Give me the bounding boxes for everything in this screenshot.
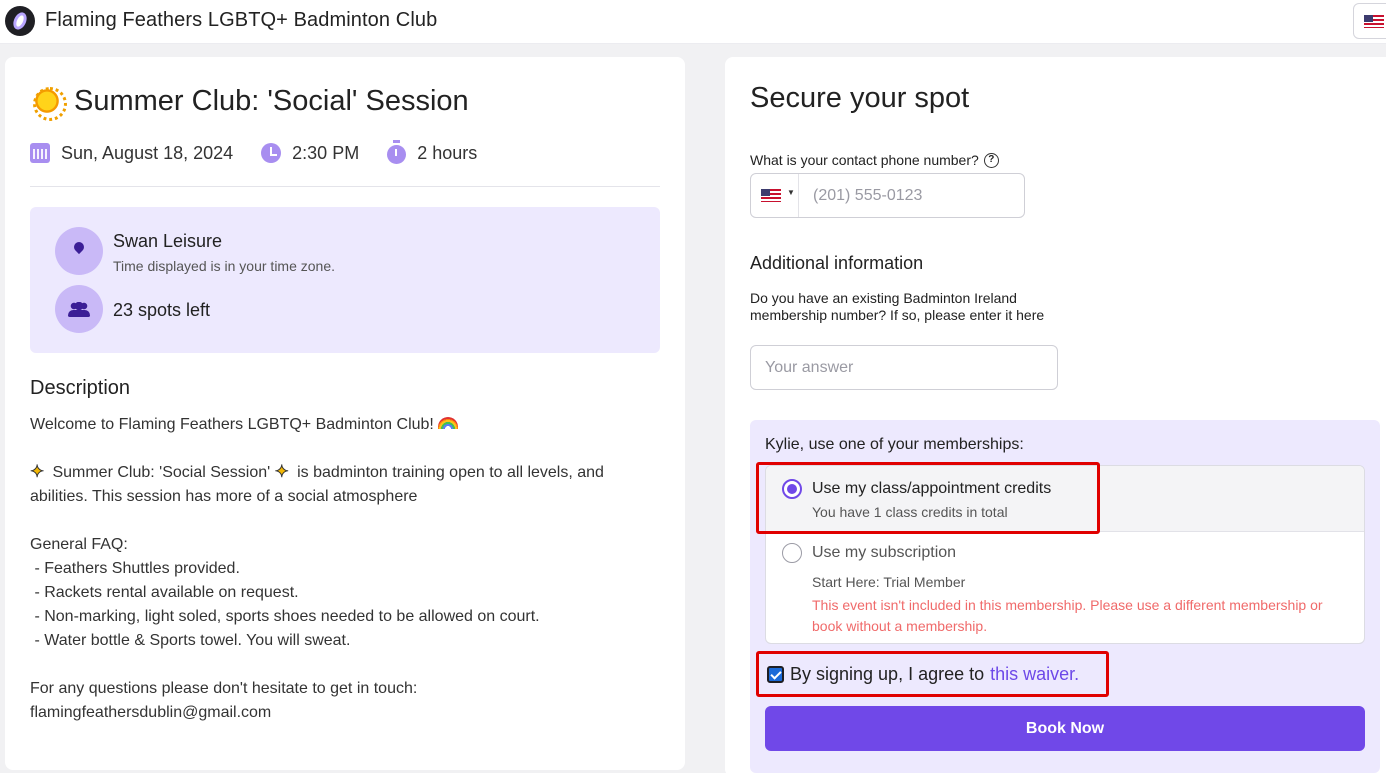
contact-email: flamingfeathersdublin@gmail.com: [30, 704, 272, 721]
membership-number-input[interactable]: [750, 345, 1058, 390]
club-logo[interactable]: [5, 6, 35, 36]
description-line: Welcome to Flaming Feathers LGBTQ+ Badmi…: [30, 413, 670, 437]
contact-line: For any questions please don't hesitate …: [30, 680, 418, 697]
description-line: [30, 653, 670, 677]
faq-item: - Water bottle & Sports towel. You will …: [30, 632, 351, 649]
us-flag-icon: [761, 189, 781, 202]
waiver-row: By signing up, I agree to this waiver.: [767, 664, 1079, 685]
description-line: Summer Club: 'Social Session' is badmint…: [30, 460, 670, 485]
waiver-text: By signing up, I agree to: [790, 664, 985, 684]
country-code-select[interactable]: ▼: [761, 188, 796, 203]
booking-title: Secure your spot: [750, 82, 970, 114]
membership-prompt: Kylie, use one of your memberships:: [765, 436, 1024, 453]
option-label: Use my subscription: [812, 544, 957, 561]
divider: [30, 186, 660, 187]
faq-item: - Feathers Shuttles provided.: [30, 560, 240, 577]
option-subtext: You have 1 class credits in total: [812, 504, 1008, 520]
rainbow-icon: [437, 417, 458, 429]
description-line: [30, 509, 670, 533]
phone-input[interactable]: [803, 174, 1021, 217]
option-class-credits[interactable]: Use my class/appointment credits You hav…: [766, 466, 1364, 532]
faq-item: - Non-marking, light soled, sports shoes…: [30, 608, 540, 625]
people-icon: [55, 285, 103, 333]
phone-label: What is your contact phone number? ?: [750, 152, 999, 168]
option-subtext: Start Here: Trial Member: [812, 574, 966, 590]
event-date-text: Sun, August 18, 2024: [61, 142, 234, 163]
top-bar: Flaming Feathers LGBTQ+ Badminton Club: [0, 0, 1386, 44]
clock-icon: [261, 143, 282, 163]
spots-left: 23 spots left: [113, 300, 211, 320]
event-date: Sun, August 18, 2024: [30, 143, 233, 164]
waiver-checkbox[interactable]: [767, 666, 784, 683]
stopwatch-icon: [387, 140, 407, 164]
help-icon[interactable]: ?: [983, 152, 999, 168]
calendar-icon: [30, 143, 50, 163]
sparkles-icon: [275, 460, 293, 484]
timezone-note: Time displayed is in your time zone.: [113, 258, 336, 274]
description-text: Welcome to Flaming Feathers LGBTQ+ Badmi…: [30, 413, 670, 725]
radio-class-credits[interactable]: [782, 479, 802, 499]
membership-number-question: Do you have an existing Badminton Irelan…: [750, 290, 1045, 323]
book-now-button[interactable]: Book Now: [765, 706, 1365, 751]
sun-icon: [30, 84, 67, 121]
club-name[interactable]: Flaming Feathers LGBTQ+ Badminton Club: [45, 9, 437, 32]
option-subscription[interactable]: Use my subscription Start Here: Trial Me…: [766, 533, 1364, 643]
event-title: Summer Club: 'Social' Session: [30, 84, 469, 121]
event-time: 2:30 PM: [261, 143, 359, 164]
additional-info-heading: Additional information: [750, 253, 924, 273]
event-duration-text: 2 hours: [417, 142, 478, 163]
option-error: This event isn't included in this member…: [812, 597, 1323, 634]
waiver-link[interactable]: this waiver.: [990, 664, 1079, 685]
event-title-text: Summer Club: 'Social' Session: [74, 84, 469, 117]
location-pin-icon: [55, 227, 103, 275]
description-line: abilities. This session has more of a so…: [30, 488, 418, 505]
phone-field: ▼: [750, 173, 1025, 218]
radio-subscription[interactable]: [782, 543, 802, 563]
description-heading: Description: [30, 377, 131, 399]
sparkles-icon: [30, 460, 48, 484]
venue-name[interactable]: Swan Leisure: [113, 231, 222, 252]
us-flag-icon: [1364, 15, 1384, 28]
option-label: Use my class/appointment credits: [812, 480, 1052, 497]
venue-info-box: Swan Leisure Time displayed is in your t…: [30, 207, 660, 353]
description-line: [30, 437, 670, 461]
faq-heading: General FAQ:: [30, 536, 128, 553]
event-duration: 2 hours: [387, 140, 478, 164]
caret-down-icon: ▼: [787, 188, 795, 197]
event-meta: Sun, August 18, 2024 2:30 PM 2 hours: [30, 140, 505, 165]
language-selector-button[interactable]: [1353, 3, 1386, 39]
event-time-text: 2:30 PM: [292, 142, 360, 163]
faq-item: - Rackets rental available on request.: [30, 584, 299, 601]
membership-options: Use my class/appointment credits You hav…: [765, 465, 1365, 644]
